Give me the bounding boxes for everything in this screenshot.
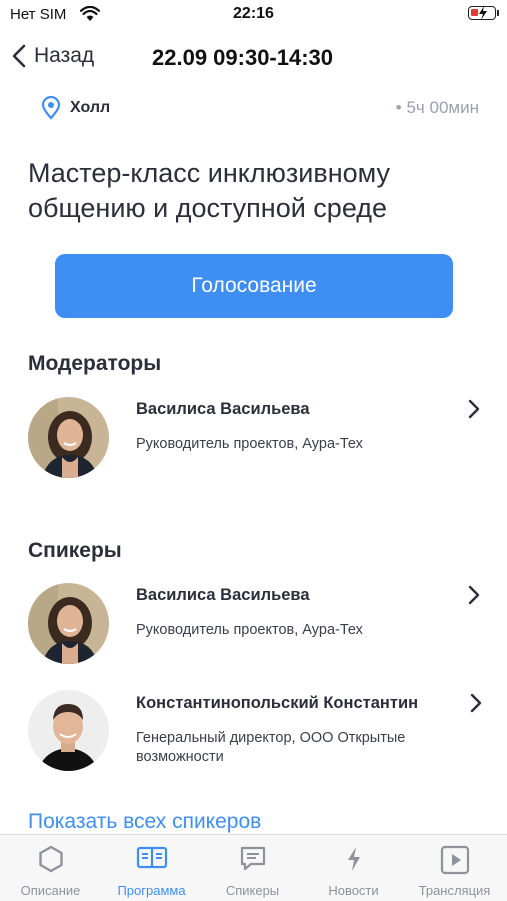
speaker-name: Василиса Васильева (136, 586, 310, 604)
hexagon-icon (38, 845, 63, 873)
tab-label: Описание (20, 883, 81, 898)
speaker-role: Руководитель проектов, Аура-Тех (136, 622, 363, 638)
battery-cap (497, 10, 499, 16)
play-icon (440, 845, 469, 875)
message-icon (240, 846, 265, 871)
tab-label: Новости (328, 883, 379, 898)
tab-label: Трансляция (418, 883, 491, 898)
moderator-card[interactable]: Василиса Васильева Руководитель проектов… (28, 397, 488, 479)
avatar (28, 397, 109, 478)
moderators-heading: Модераторы (28, 352, 162, 375)
chevron-left-icon (12, 44, 26, 68)
status-time: 22:16 (233, 5, 274, 22)
page-title: 22.09 09:30-14:30 (152, 45, 334, 70)
book-icon (136, 846, 167, 869)
avatar (28, 583, 109, 664)
back-label: Назад (34, 44, 95, 67)
speakers-heading: Спикеры (28, 539, 122, 562)
speaker-card[interactable]: Константинопольский Константин Генеральн… (28, 690, 488, 772)
moderator-role: Руководитель проектов, Аура-Тех (136, 436, 363, 452)
speaker-role: Генеральный директор, ООО Открытые возмо… (136, 730, 406, 765)
tab-news[interactable]: Новости (303, 835, 404, 901)
tab-label: Программа (117, 883, 186, 898)
back-button[interactable]: Назад (12, 44, 94, 68)
event-title: Мастер-класс инклюзивному общению и дост… (28, 158, 390, 223)
tab-broadcast[interactable]: Трансляция (404, 835, 505, 901)
chevron-right-icon (468, 399, 480, 419)
chevron-right-icon (468, 585, 480, 605)
speaker-name: Константинопольский Константин (136, 694, 419, 712)
avatar (28, 690, 109, 771)
tab-speakers[interactable]: Спикеры (202, 835, 303, 901)
lightning-icon (347, 847, 360, 871)
vote-button[interactable]: Голосование (55, 254, 453, 318)
tab-bar: Описание Программа Спикеры Новости Транс… (0, 834, 507, 901)
chevron-right-icon (470, 693, 482, 713)
show-all-speakers-link[interactable]: Показать всех спикеров (28, 810, 261, 834)
tab-label: Спикеры (225, 883, 280, 898)
location-row: Холл (40, 96, 110, 120)
tab-program[interactable]: Программа (101, 835, 202, 901)
location-pin-icon (41, 96, 61, 120)
moderator-name: Василиса Васильева (136, 400, 310, 418)
duration-label: • 5ч 00мин (395, 98, 479, 117)
charging-bolt-icon (479, 6, 487, 20)
speaker-card[interactable]: Василиса Васильева Руководитель проектов… (28, 583, 488, 665)
tab-description[interactable]: Описание (0, 835, 101, 901)
location-label: Холл (70, 99, 111, 116)
